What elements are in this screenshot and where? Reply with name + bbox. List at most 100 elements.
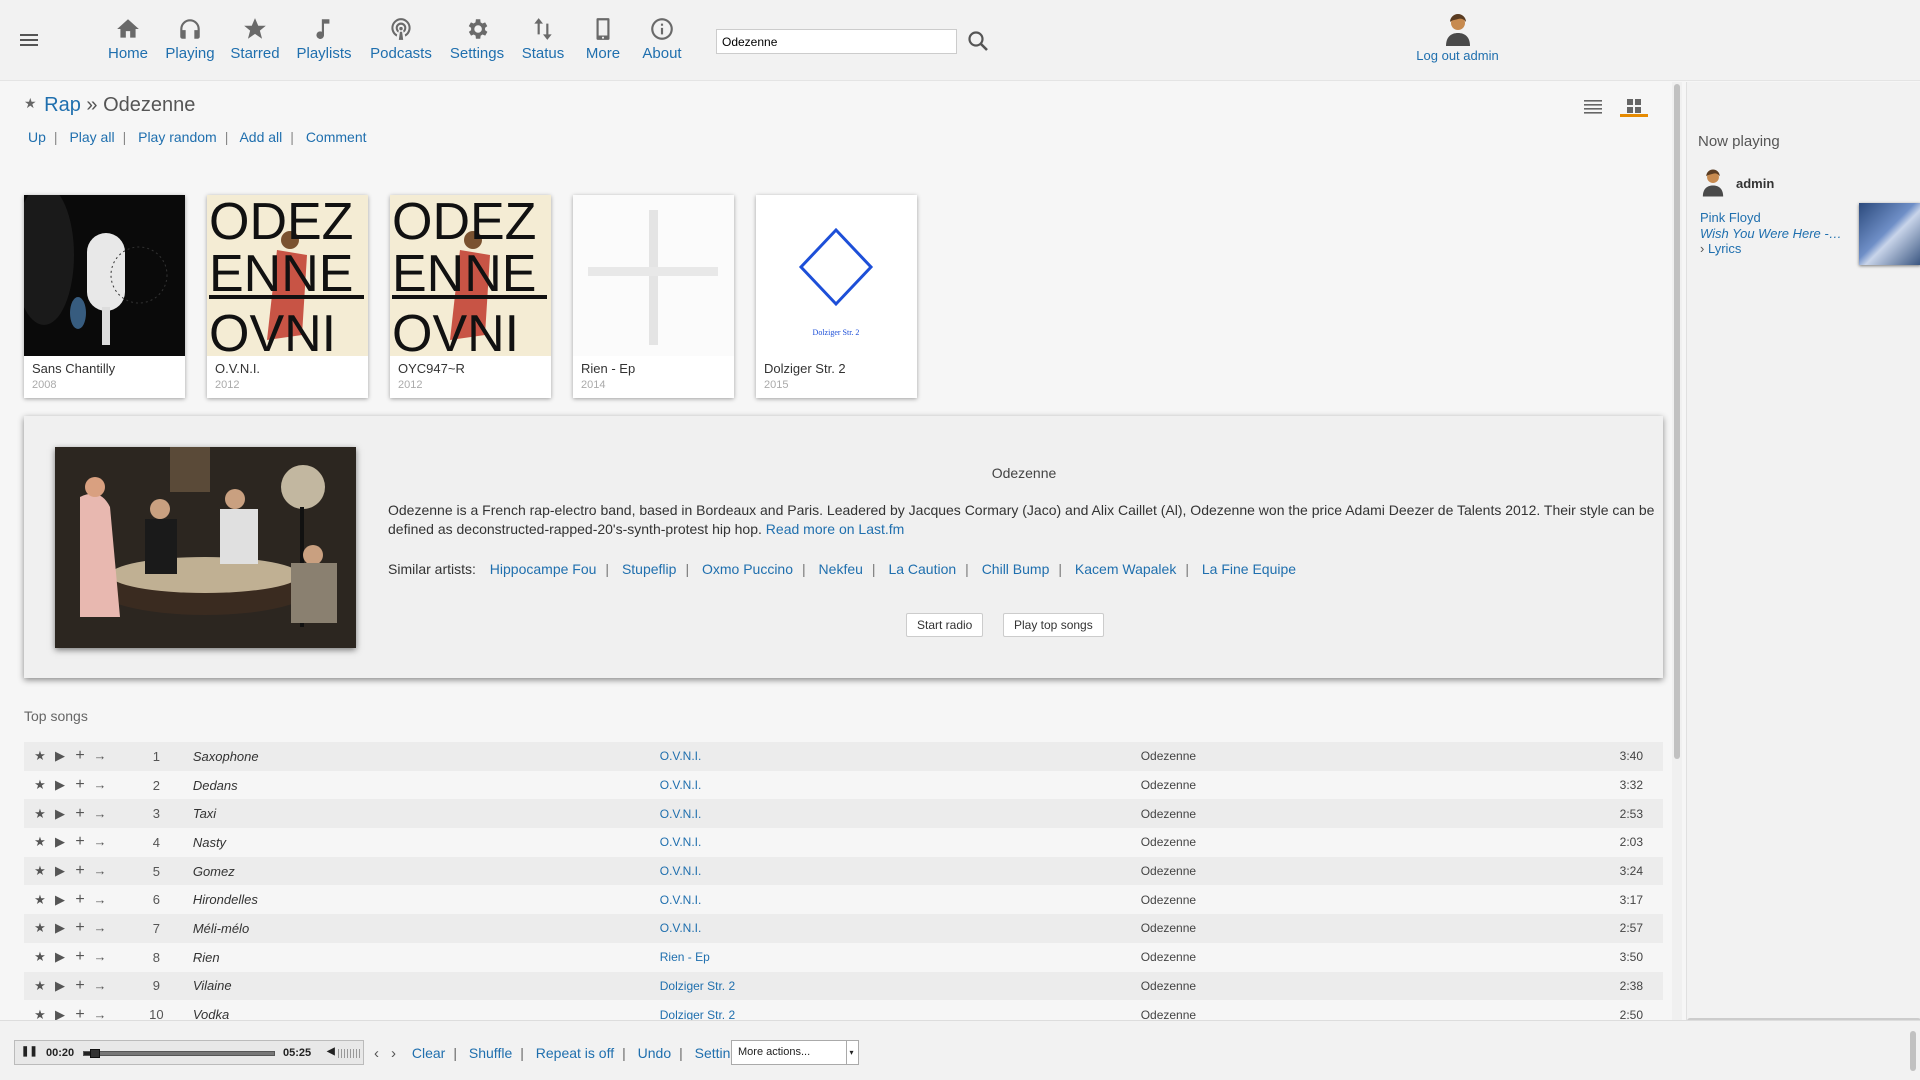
star-icon[interactable]: ★ [30, 863, 50, 879]
add-icon[interactable]: + [70, 977, 90, 995]
nav-starred[interactable]: Starred [229, 14, 281, 70]
star-icon[interactable]: ★ [30, 777, 50, 793]
list-view-icon[interactable] [1583, 96, 1603, 116]
similar-artist-link[interactable]: Chill Bump [982, 561, 1050, 577]
volume-slider[interactable] [338, 1049, 362, 1058]
play-icon[interactable]: ▶ [50, 834, 70, 850]
now-playing-cover[interactable] [1859, 203, 1920, 265]
menu-toggle-icon[interactable] [20, 34, 38, 48]
add-next-icon[interactable]: → [90, 806, 110, 821]
add-all-link[interactable]: Add all [239, 129, 282, 145]
similar-artist-link[interactable]: Oxmo Puccino [702, 561, 793, 577]
table-row[interactable]: ★ ▶ + → 7 Méli-mélo O.V.N.I. Odezenne 2:57 [24, 914, 1663, 943]
logout-link[interactable]: Log out admin [1400, 14, 1515, 63]
album-card[interactable]: ODEZ ENNE OVNI O.V.N.I. 2012 [207, 195, 368, 398]
add-icon[interactable]: + [70, 776, 90, 794]
repeat-link[interactable]: Repeat is off [536, 1045, 614, 1061]
more-actions-select[interactable]: More actions... ▾ [731, 1040, 859, 1065]
volume-icon[interactable]: ◀ [327, 1046, 335, 1057]
star-icon[interactable]: ★ [30, 949, 50, 965]
play-icon[interactable]: ▶ [50, 1007, 70, 1020]
song-album-link[interactable]: O.V.N.I. [660, 921, 702, 935]
add-next-icon[interactable]: → [90, 834, 110, 849]
breadcrumb-genre[interactable]: Rap [44, 94, 81, 116]
nav-settings[interactable]: Settings [449, 14, 505, 70]
nav-home[interactable]: Home [106, 14, 150, 70]
star-icon[interactable]: ★ [30, 920, 50, 936]
star-icon[interactable]: ★ [30, 978, 50, 994]
table-row[interactable]: ★ ▶ + → 2 Dedans O.V.N.I. Odezenne 3:32 [24, 771, 1663, 800]
add-next-icon[interactable]: → [90, 777, 110, 792]
add-icon[interactable]: + [70, 948, 90, 966]
play-top-songs-button[interactable]: Play top songs [1003, 613, 1104, 637]
search-input[interactable] [716, 29, 957, 54]
song-album-link[interactable]: Dolziger Str. 2 [660, 1008, 735, 1020]
table-row[interactable]: ★ ▶ + → 4 Nasty O.V.N.I. Odezenne 2:03 [24, 828, 1663, 857]
add-icon[interactable]: + [70, 919, 90, 937]
album-card[interactable]: Dolziger Str. 2 Dolziger Str. 2 2015 [756, 195, 917, 398]
add-icon[interactable]: + [70, 747, 90, 765]
song-album-link[interactable]: O.V.N.I. [660, 864, 702, 878]
play-icon[interactable]: ▶ [50, 978, 70, 994]
up-link[interactable]: Up [28, 129, 46, 145]
song-album-link[interactable]: Rien - Ep [660, 950, 710, 964]
add-icon[interactable]: + [70, 833, 90, 851]
star-icon[interactable]: ★ [30, 834, 50, 850]
song-album-link[interactable]: O.V.N.I. [660, 807, 702, 821]
play-icon[interactable]: ▶ [50, 892, 70, 908]
nav-status[interactable]: Status [519, 14, 567, 70]
add-next-icon[interactable]: → [90, 892, 110, 907]
table-row[interactable]: ★ ▶ + → 8 Rien Rien - Ep Odezenne 3:50 [24, 943, 1663, 972]
add-next-icon[interactable]: → [90, 748, 110, 763]
shuffle-link[interactable]: Shuffle [469, 1045, 512, 1061]
nav-more[interactable]: More [584, 14, 622, 70]
play-icon[interactable]: ▶ [50, 863, 70, 879]
play-icon[interactable]: ▶ [50, 920, 70, 936]
star-icon[interactable]: ★ [30, 806, 50, 822]
add-icon[interactable]: + [70, 862, 90, 880]
table-row[interactable]: ★ ▶ + → 3 Taxi O.V.N.I. Odezenne 2:53 [24, 799, 1663, 829]
table-row[interactable]: ★ ▶ + → 6 Hirondelles O.V.N.I. Odezenne 3:17 [24, 885, 1663, 914]
previous-icon[interactable]: ‹ [374, 1045, 379, 1062]
similar-artist-link[interactable]: La Caution [888, 561, 956, 577]
undo-link[interactable]: Undo [638, 1045, 671, 1061]
play-icon[interactable]: ▶ [50, 949, 70, 965]
next-icon[interactable]: › [391, 1045, 396, 1062]
similar-artist-link[interactable]: La Fine Equipe [1202, 561, 1296, 577]
clear-link[interactable]: Clear [412, 1045, 445, 1061]
add-icon[interactable]: + [70, 805, 90, 823]
star-icon[interactable]: ★ [30, 748, 50, 764]
similar-artist-link[interactable]: Kacem Wapalek [1075, 561, 1176, 577]
star-icon[interactable]: ★ [30, 892, 50, 908]
album-card[interactable]: Rien - Ep 2014 [573, 195, 734, 398]
song-album-link[interactable]: O.V.N.I. [660, 778, 702, 792]
nav-playing[interactable]: Playing [165, 14, 215, 70]
search-icon[interactable] [966, 29, 990, 53]
progress-bar[interactable] [83, 1049, 275, 1058]
add-icon[interactable]: + [70, 891, 90, 909]
add-next-icon[interactable]: → [90, 1007, 110, 1020]
start-radio-button[interactable]: Start radio [906, 613, 984, 637]
song-album-link[interactable]: O.V.N.I. [660, 835, 702, 849]
album-card[interactable]: ODEZ ENNE OVNI OYC947~R 2012 [390, 195, 551, 398]
play-icon[interactable]: ▶ [50, 777, 70, 793]
add-next-icon[interactable]: → [90, 949, 110, 964]
song-album-link[interactable]: Dolziger Str. 2 [660, 979, 735, 993]
song-album-link[interactable]: O.V.N.I. [660, 749, 702, 763]
star-icon[interactable]: ★ [30, 1007, 50, 1020]
grid-view-button[interactable] [1620, 96, 1648, 117]
star-icon[interactable]: ★ [24, 95, 37, 111]
table-row[interactable]: ★ ▶ + → 9 Vilaine Dolziger Str. 2 Odezenne 2:38 [24, 971, 1663, 1001]
table-row[interactable]: ★ ▶ + → 1 Saxophone O.V.N.I. Odezenne 3:40 [24, 742, 1663, 771]
now-playing-artist-link[interactable]: Pink Floyd [1700, 210, 1761, 225]
table-row[interactable]: ★ ▶ + → 5 Gomez O.V.N.I. Odezenne 3:24 [24, 856, 1663, 886]
nav-playlists[interactable]: Playlists [294, 14, 354, 70]
table-row[interactable]: ★ ▶ + → 10 Vodka Dolziger Str. 2 Odezenne 2:50 [24, 1000, 1663, 1020]
playlist-scrollbar[interactable] [1910, 1031, 1916, 1071]
similar-artist-link[interactable]: Nekfeu [819, 561, 863, 577]
progress-knob[interactable] [90, 1049, 101, 1058]
similar-artist-link[interactable]: Stupeflip [622, 561, 676, 577]
play-icon[interactable]: ▶ [50, 748, 70, 764]
now-playing-album-link[interactable]: Wish You Were Here - Wish You Were Here [1700, 226, 1845, 241]
pause-icon[interactable]: ❚❚ [21, 1046, 38, 1057]
